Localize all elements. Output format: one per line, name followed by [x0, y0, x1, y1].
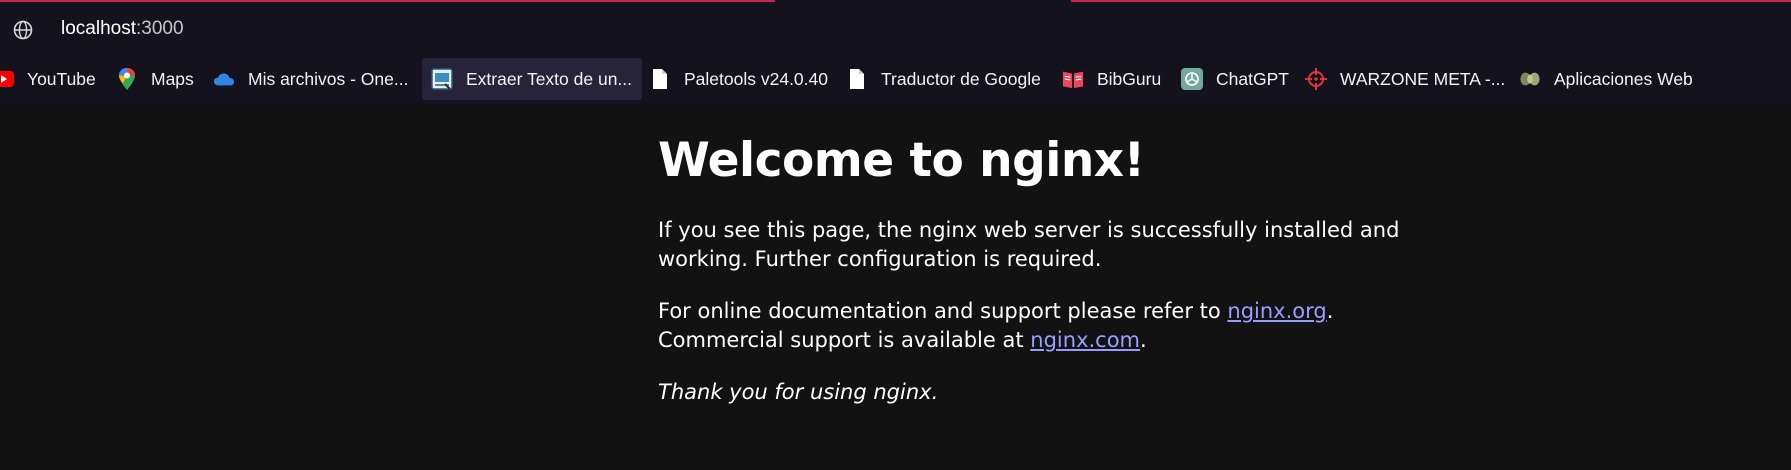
youtube-icon: [0, 68, 14, 90]
bookmark-youtube[interactable]: YouTube: [0, 58, 96, 100]
bookmark-chatgpt[interactable]: ChatGPT: [1181, 58, 1289, 100]
document-icon: [846, 68, 868, 90]
url-port: :3000: [136, 18, 184, 39]
bookmark-warzone-meta[interactable]: WARZONE META -...: [1305, 58, 1505, 100]
bookmark-label: Traductor de Google: [881, 68, 1041, 89]
bookmarks-bar: YouTube Maps Mis archivos - One... Extra…: [0, 58, 1791, 102]
onedrive-icon: [213, 68, 235, 90]
url-text[interactable]: localhost:3000: [61, 18, 184, 40]
bookmark-maps[interactable]: Maps: [116, 58, 194, 100]
bookmark-extraer-texto[interactable]: Extraer Texto de un...: [422, 58, 642, 100]
commercial-support-period: .: [1140, 328, 1147, 353]
bookmark-traductor[interactable]: Traductor de Google: [846, 58, 1041, 100]
bookmark-label: YouTube: [27, 68, 96, 89]
nginx-org-link[interactable]: nginx.org: [1227, 299, 1326, 323]
document-icon: [649, 68, 671, 90]
bookmark-label: BibGuru: [1097, 68, 1162, 89]
chatgpt-icon: [1181, 68, 1203, 90]
bookmark-label: WARZONE META -...: [1340, 68, 1506, 89]
bookmark-bibguru[interactable]: BibGuru: [1062, 58, 1161, 100]
bookmark-onedrive[interactable]: Mis archivos - One...: [213, 58, 408, 100]
bookmark-label: Maps: [151, 68, 194, 89]
bookmark-label: ChatGPT: [1216, 68, 1289, 89]
thanks-paragraph: Thank you for using nginx.: [658, 378, 1418, 407]
google-maps-icon: [116, 68, 138, 90]
page-content: Welcome to nginx! If you see this page, …: [658, 133, 1418, 430]
url-host: localhost: [61, 18, 136, 39]
bookmark-label: Mis archivos - One...: [248, 68, 409, 89]
text-extractor-icon: [431, 68, 453, 90]
thanks-text: Thank you for using nginx.: [658, 380, 939, 405]
site-info-globe-icon[interactable]: [12, 19, 34, 41]
bookmark-paletools[interactable]: Paletools v24.0.40: [649, 58, 828, 100]
intro-paragraph: If you see this page, the nginx web serv…: [658, 218, 1400, 272]
nginx-com-link[interactable]: nginx.com: [1030, 328, 1140, 352]
bookmark-aplicaciones-web[interactable]: Aplicaciones Web: [1519, 58, 1693, 100]
bookmark-label: Extraer Texto de un...: [466, 68, 633, 89]
support-paragraph: For online documentation and support ple…: [658, 297, 1418, 355]
support-text-period: .: [1326, 299, 1334, 324]
crosshair-icon: [1305, 68, 1327, 90]
apps-icon: [1519, 68, 1541, 90]
commercial-support-text: Commercial support is available at: [658, 328, 1031, 353]
page-title: Welcome to nginx!: [658, 133, 1145, 188]
bookmark-label: Aplicaciones Web: [1554, 68, 1693, 89]
address-bar[interactable]: localhost:3000: [0, 2, 1791, 58]
bookmark-label: Paletools v24.0.40: [684, 68, 828, 89]
browser-chrome: localhost:3000 YouTube Maps Mis archivos…: [0, 0, 1791, 106]
support-text-prefix: For online documentation and support ple…: [658, 299, 1228, 324]
bibguru-icon: [1062, 68, 1084, 90]
